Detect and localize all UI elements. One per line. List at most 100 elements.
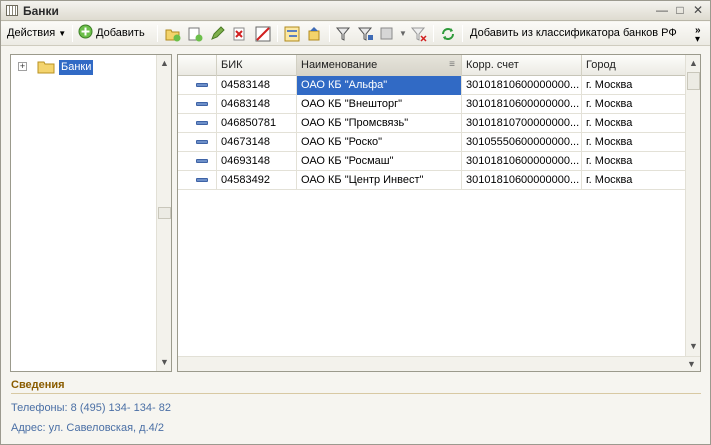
row-item-icon-cell [178,133,217,152]
row-item-icon-cell [178,171,217,190]
scroll-up-icon[interactable]: ▲ [157,56,172,71]
table-row[interactable]: 046850781 ОАО КБ "Промсвязь" 30101810700… [178,114,687,133]
item-dash-icon [196,83,208,87]
actions-menu-button[interactable]: Действия ▼ [7,24,66,43]
item-dash-icon [196,140,208,144]
cell-account: 30101810600000000... [462,76,582,95]
cell-name: ОАО КБ "Альфа" [297,76,462,95]
toolbar-separator [329,25,330,42]
table-vertical-scrollbar[interactable]: ▲ ▼ [685,55,700,356]
cell-bik: 04673148 [217,133,297,152]
delete-icon[interactable] [230,25,248,43]
cell-name: ОАО КБ "Росмаш" [297,152,462,171]
tree-item-label: Банки [59,60,94,75]
cell-bik: 04683148 [217,95,297,114]
cell-city: г. Москва [582,133,687,152]
row-item-icon-cell [178,152,217,171]
table-row[interactable]: 04583148 ОАО КБ "Альфа" 3010181060000000… [178,76,687,95]
cell-bik: 04583148 [217,76,297,95]
filter-history-dropdown-icon[interactable]: ▼ [399,24,407,43]
edit-pencil-icon[interactable] [208,25,226,43]
info-section-title: Сведения [11,379,65,391]
cell-account: 30105550600000000... [462,133,582,152]
table-horizontal-scrollbar[interactable]: ▼ [178,356,700,371]
actions-label: Действия [7,27,56,39]
mark-deletion-icon[interactable] [254,25,272,43]
column-header-bik[interactable]: БИК [217,55,297,76]
scroll-thumb[interactable] [687,72,700,90]
toolbar-separator [277,25,278,42]
filter-by-value-icon[interactable] [357,25,375,43]
row-item-icon-cell [178,95,217,114]
row-item-icon-cell [178,76,217,95]
window-title: Банки [23,4,59,18]
column-header-name-label: Наименование [301,59,378,71]
cell-city: г. Москва [582,171,687,190]
cell-city: г. Москва [582,152,687,171]
table-row[interactable]: 04673148 ОАО КБ "Роско" 3010555060000000… [178,133,687,152]
table-row[interactable]: 04583492 ОАО КБ "Центр Инвест" 301018106… [178,171,687,190]
scroll-thumb[interactable] [158,207,171,219]
scroll-down-icon[interactable]: ▼ [686,339,701,354]
minimize-icon[interactable]: — [654,3,670,18]
cell-account: 30101810700000000... [462,114,582,133]
cell-city: г. Москва [582,76,687,95]
tree-vertical-scrollbar[interactable]: ▲ ▼ [156,55,171,371]
toolbar-overflow-icon[interactable]: » ▾ [695,26,701,45]
item-dash-icon [196,178,208,182]
table-header: БИК Наименование ≡ Корр. счет Город [178,55,687,76]
cell-city: г. Москва [582,95,687,114]
column-header-icon[interactable] [178,55,217,76]
scroll-right-icon[interactable]: ▼ [684,357,699,372]
toolbar-separator [433,25,434,42]
expand-plus-icon[interactable]: + [18,62,27,71]
title-bar: Банки — □ ✕ [1,1,710,21]
column-header-account[interactable]: Корр. счет [462,55,582,76]
add-from-classifier-button[interactable]: Добавить из классификатора банков РФ [470,24,677,43]
refresh-icon[interactable] [439,25,457,43]
item-dash-icon [196,121,208,125]
dropdown-arrow-icon: ▼ [58,29,67,38]
cell-bik: 04693148 [217,152,297,171]
sort-ascending-icon: ≡ [449,59,455,70]
hierarchy-view-icon[interactable] [283,25,301,43]
copy-item-icon[interactable] [186,25,204,43]
maximize-icon[interactable]: □ [672,3,688,18]
cell-name: ОАО КБ "Центр Инвест" [297,171,462,190]
cell-account: 30101810600000000... [462,95,582,114]
info-divider [11,393,701,394]
cell-account: 30101810600000000... [462,171,582,190]
column-header-city[interactable]: Город [582,55,687,76]
scroll-up-icon[interactable]: ▲ [686,56,701,71]
info-phones: Телефоны: 8 (495) 134- 134- 82 [11,402,171,414]
add-button[interactable]: Добавить [78,24,145,43]
add-group-folder-icon[interactable] [164,25,182,43]
toolbar-separator [462,25,463,42]
toolbar-separator [72,25,73,42]
folder-icon [37,61,55,74]
table-row[interactable]: 04693148 ОАО КБ "Росмаш" 301018106000000… [178,152,687,171]
scroll-down-icon[interactable]: ▼ [157,355,172,370]
filter-history-icon[interactable] [379,25,397,43]
cell-city: г. Москва [582,114,687,133]
cell-account: 30101810600000000... [462,152,582,171]
parent-level-icon[interactable] [306,25,324,43]
cell-name: ОАО КБ "Внешторг" [297,95,462,114]
column-header-name[interactable]: Наименование ≡ [297,55,462,76]
banks-window: Банки — □ ✕ Действия ▼ Добавить ▼ Добави… [0,0,711,445]
cell-bik: 04583492 [217,171,297,190]
item-dash-icon [196,159,208,163]
disable-filter-icon[interactable] [410,25,428,43]
cell-name: ОАО КБ "Роско" [297,133,462,152]
cell-name: ОАО КБ "Промсвязь" [297,114,462,133]
add-circle-icon [78,24,93,39]
add-label: Добавить [96,27,145,39]
item-dash-icon [196,102,208,106]
close-icon[interactable]: ✕ [690,3,706,18]
toolbar-separator [157,25,158,42]
groups-tree: + Банки ▲ ▼ [10,54,172,372]
filter-icon[interactable] [335,25,353,43]
info-address: Адрес: ул. Савеловская, д.4/2 [11,422,164,434]
list-window-icon [6,5,18,16]
table-row[interactable]: 04683148 ОАО КБ "Внешторг" 3010181060000… [178,95,687,114]
